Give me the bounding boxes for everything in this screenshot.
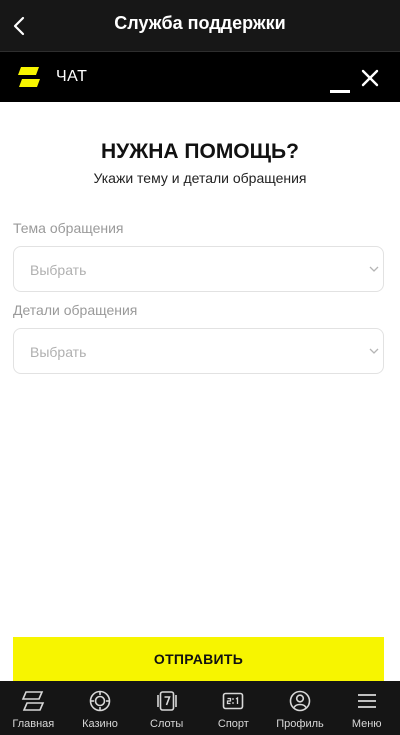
sport-score-icon [223, 692, 244, 710]
topic-select[interactable]: Выбрать [13, 246, 384, 292]
topic-label: Тема обращения [13, 220, 124, 236]
profile-icon [289, 690, 311, 712]
topic-select-value: Выбрать [30, 262, 87, 278]
nav-label-sport: Спорт [217, 718, 249, 730]
nav-item-slots[interactable]: Слоты [133, 681, 200, 735]
nav-label-casino: Казино [82, 718, 118, 730]
nav-label-profile: Профиль [276, 718, 324, 730]
nav-label-menu: Меню [351, 718, 382, 730]
details-label: Детали обращения [13, 302, 138, 318]
menu-icon [357, 694, 376, 708]
slots-icon [156, 691, 177, 711]
close-icon[interactable] [360, 68, 380, 88]
nav-item-home[interactable]: Главная [0, 681, 67, 735]
support-form: НУЖНА ПОМОЩЬ? Укажи тему и детали обраще… [0, 102, 400, 680]
details-select[interactable]: Выбрать [13, 328, 384, 374]
chat-title: ЧАТ [56, 68, 88, 85]
minimize-icon[interactable] [330, 80, 350, 94]
home-logo-icon [22, 691, 45, 711]
chevron-down-icon [369, 348, 379, 354]
help-title: НУЖНА ПОМОЩЬ? [101, 140, 299, 163]
bottom-nav: Главная Казино Слоты Спорт Профиль Меню [0, 681, 400, 735]
help-subtitle: Укажи тему и детали обращения [93, 170, 307, 186]
nav-label-slots: Слоты [150, 718, 184, 730]
nav-item-profile[interactable]: Профиль [267, 681, 334, 735]
brand-logo-icon [18, 67, 40, 87]
casino-chip-icon [89, 690, 111, 712]
details-select-value: Выбрать [30, 344, 87, 360]
nav-item-casino[interactable]: Казино [67, 681, 134, 735]
submit-button[interactable]: ОТПРАВИТЬ [13, 637, 384, 681]
chevron-down-icon [369, 266, 379, 272]
nav-item-menu[interactable]: Меню [333, 681, 400, 735]
chat-header: ЧАТ [0, 52, 400, 102]
top-bar: Служба поддержки [0, 0, 400, 52]
nav-label-home: Главная [12, 718, 55, 730]
nav-item-sport[interactable]: Спорт [200, 681, 267, 735]
page-title: Служба поддержки [114, 13, 286, 33]
